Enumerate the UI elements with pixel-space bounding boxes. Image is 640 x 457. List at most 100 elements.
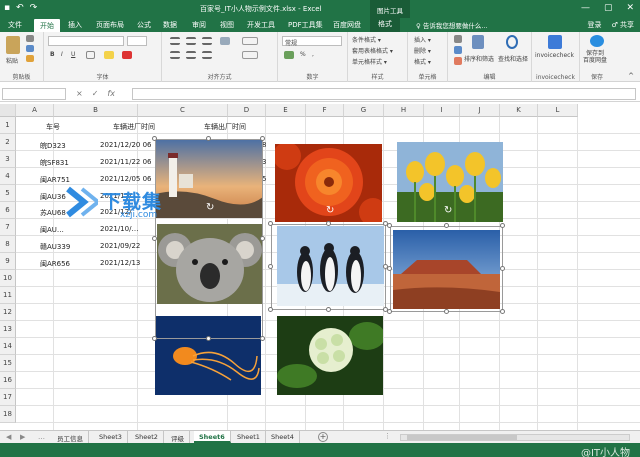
tab-insert[interactable]: 插入 [68, 20, 82, 30]
row-header[interactable]: 12 [0, 304, 16, 321]
clear-icon[interactable] [454, 57, 462, 65]
sort-filter-button[interactable]: 排序和筛选 [464, 54, 494, 63]
add-sheet-button[interactable]: + [318, 432, 328, 442]
wrap-text-icon[interactable] [242, 37, 258, 45]
row-header[interactable]: 4 [0, 168, 16, 185]
confirm-icon[interactable]: ✓ [92, 89, 99, 98]
table-cell[interactable]: 2021/11/22 06 [100, 158, 155, 166]
next-sheet-icon[interactable]: ▶ [20, 433, 25, 441]
row-header[interactable]: 11 [0, 287, 16, 304]
resize-handle[interactable] [260, 336, 265, 341]
resize-handle[interactable] [500, 266, 505, 271]
table-cell[interactable]: 赣AU339 [40, 242, 70, 252]
table-cell[interactable]: 皖D323 [40, 141, 66, 151]
column-header[interactable]: E [266, 104, 306, 117]
orientation-icon[interactable] [220, 37, 230, 45]
cut-icon[interactable] [26, 35, 34, 42]
picture-hydrangea[interactable] [277, 316, 383, 395]
resize-handle[interactable] [443, 223, 449, 228]
resize-handle[interactable] [500, 309, 505, 314]
row-header[interactable]: 15 [0, 355, 16, 372]
rotate-handle-icon[interactable]: ↻ [326, 205, 334, 216]
row-header[interactable]: 5 [0, 185, 16, 202]
column-header[interactable]: H [384, 104, 424, 117]
scrollbar-thumb[interactable] [407, 435, 517, 440]
row-header[interactable]: 7 [0, 219, 16, 236]
conditional-format-button[interactable]: 条件格式 ▾ [352, 35, 381, 44]
table-cell[interactable]: 2021/12/13 [100, 259, 155, 267]
format-painter-icon[interactable] [26, 55, 34, 62]
align-middle-icon[interactable] [186, 37, 196, 45]
column-header[interactable]: D [228, 104, 266, 117]
tell-me-search[interactable]: ♀ 告诉我您想要做什么... [416, 20, 488, 30]
select-all-corner[interactable] [0, 104, 16, 117]
table-format-button[interactable]: 套用表格格式 ▾ [352, 46, 393, 55]
resize-handle[interactable] [152, 236, 157, 241]
border-icon[interactable] [86, 51, 95, 59]
save-icon[interactable]: ▪ [4, 3, 10, 13]
tab-format[interactable]: 格式 [370, 18, 400, 32]
sort-filter-icon[interactable] [472, 35, 484, 49]
row-header[interactable]: 17 [0, 389, 16, 406]
row-header[interactable]: 16 [0, 372, 16, 389]
delete-cells-button[interactable]: 删除 ▾ [414, 46, 431, 55]
fill-icon[interactable] [454, 46, 462, 54]
font-size-field[interactable] [127, 36, 147, 46]
row-header[interactable]: 18 [0, 406, 16, 423]
prev-sheet-icon[interactable]: ◀ [6, 433, 11, 441]
fill-color-icon[interactable] [104, 51, 114, 59]
insert-cells-button[interactable]: 插入 ▾ [414, 35, 431, 44]
resize-handle[interactable] [268, 264, 273, 269]
tab-home[interactable]: 开始 [34, 19, 60, 32]
horizontal-scrollbar[interactable] [400, 434, 630, 441]
row-header[interactable]: 2 [0, 134, 16, 151]
tab-review[interactable]: 审阅 [192, 20, 206, 30]
close-icon[interactable]: ✕ [626, 3, 634, 13]
collapse-ribbon-icon[interactable]: ^ [628, 72, 634, 80]
search-icon[interactable] [506, 35, 518, 49]
resize-handle[interactable] [325, 221, 331, 226]
resize-handle[interactable] [500, 223, 505, 228]
tab-developer[interactable]: 开发工具 [247, 20, 275, 30]
tab-view[interactable]: 视图 [220, 20, 234, 30]
number-format-field[interactable]: 常规 [282, 36, 342, 47]
worksheet-grid[interactable]: ABCDEFGHIJKL 1 2 3 4 5 6 7 8 9 10 11 12 13 14 15 16 17 18… [0, 104, 640, 430]
row-header[interactable]: 14 [0, 338, 16, 355]
resize-handle[interactable] [268, 221, 273, 226]
sheet-tab[interactable]: Sheet4 [266, 431, 300, 443]
column-header[interactable]: A [16, 104, 54, 117]
sheet-tab[interactable]: Sheet2 [130, 431, 164, 443]
undo-icon[interactable]: ↶ [16, 3, 24, 13]
login-link[interactable]: 登录 [587, 20, 601, 30]
resize-handle[interactable] [152, 136, 157, 141]
minimize-icon[interactable]: — [581, 3, 590, 13]
align-left-icon[interactable] [170, 51, 180, 59]
more-sheets-icon[interactable]: … [38, 433, 45, 441]
resize-handle[interactable] [206, 136, 211, 141]
align-center-icon[interactable] [186, 51, 196, 59]
cell-styles-button[interactable]: 单元格样式 ▾ [352, 57, 387, 66]
formula-input[interactable] [132, 88, 636, 100]
autosum-icon[interactable] [454, 35, 462, 43]
sheet-tab[interactable]: 员工信息 [52, 431, 89, 443]
find-select-button[interactable]: 查找和选择 [498, 54, 528, 63]
resize-handle[interactable] [443, 309, 449, 314]
tab-formulas[interactable]: 公式 [137, 20, 151, 30]
font-color-icon[interactable] [122, 51, 132, 59]
name-box[interactable] [2, 88, 66, 100]
row-header[interactable]: 10 [0, 270, 16, 287]
column-header[interactable]: F [306, 104, 344, 117]
row-header[interactable]: 1 [0, 117, 16, 134]
percent-icon[interactable]: % [300, 51, 306, 58]
redo-icon[interactable]: ↷ [30, 3, 38, 13]
column-header[interactable]: J [460, 104, 500, 117]
share-button[interactable]: ♂ 共享 [611, 20, 634, 30]
copy-icon[interactable] [26, 45, 34, 52]
font-name-field[interactable] [48, 36, 124, 46]
align-top-icon[interactable] [170, 37, 180, 45]
resize-handle[interactable] [260, 136, 265, 141]
italic-button[interactable]: I [61, 51, 63, 58]
save-to-netdisk-button[interactable]: 保存到 百度网盘 [583, 50, 607, 64]
resize-handle[interactable] [325, 307, 331, 312]
paste-icon[interactable] [6, 36, 20, 54]
